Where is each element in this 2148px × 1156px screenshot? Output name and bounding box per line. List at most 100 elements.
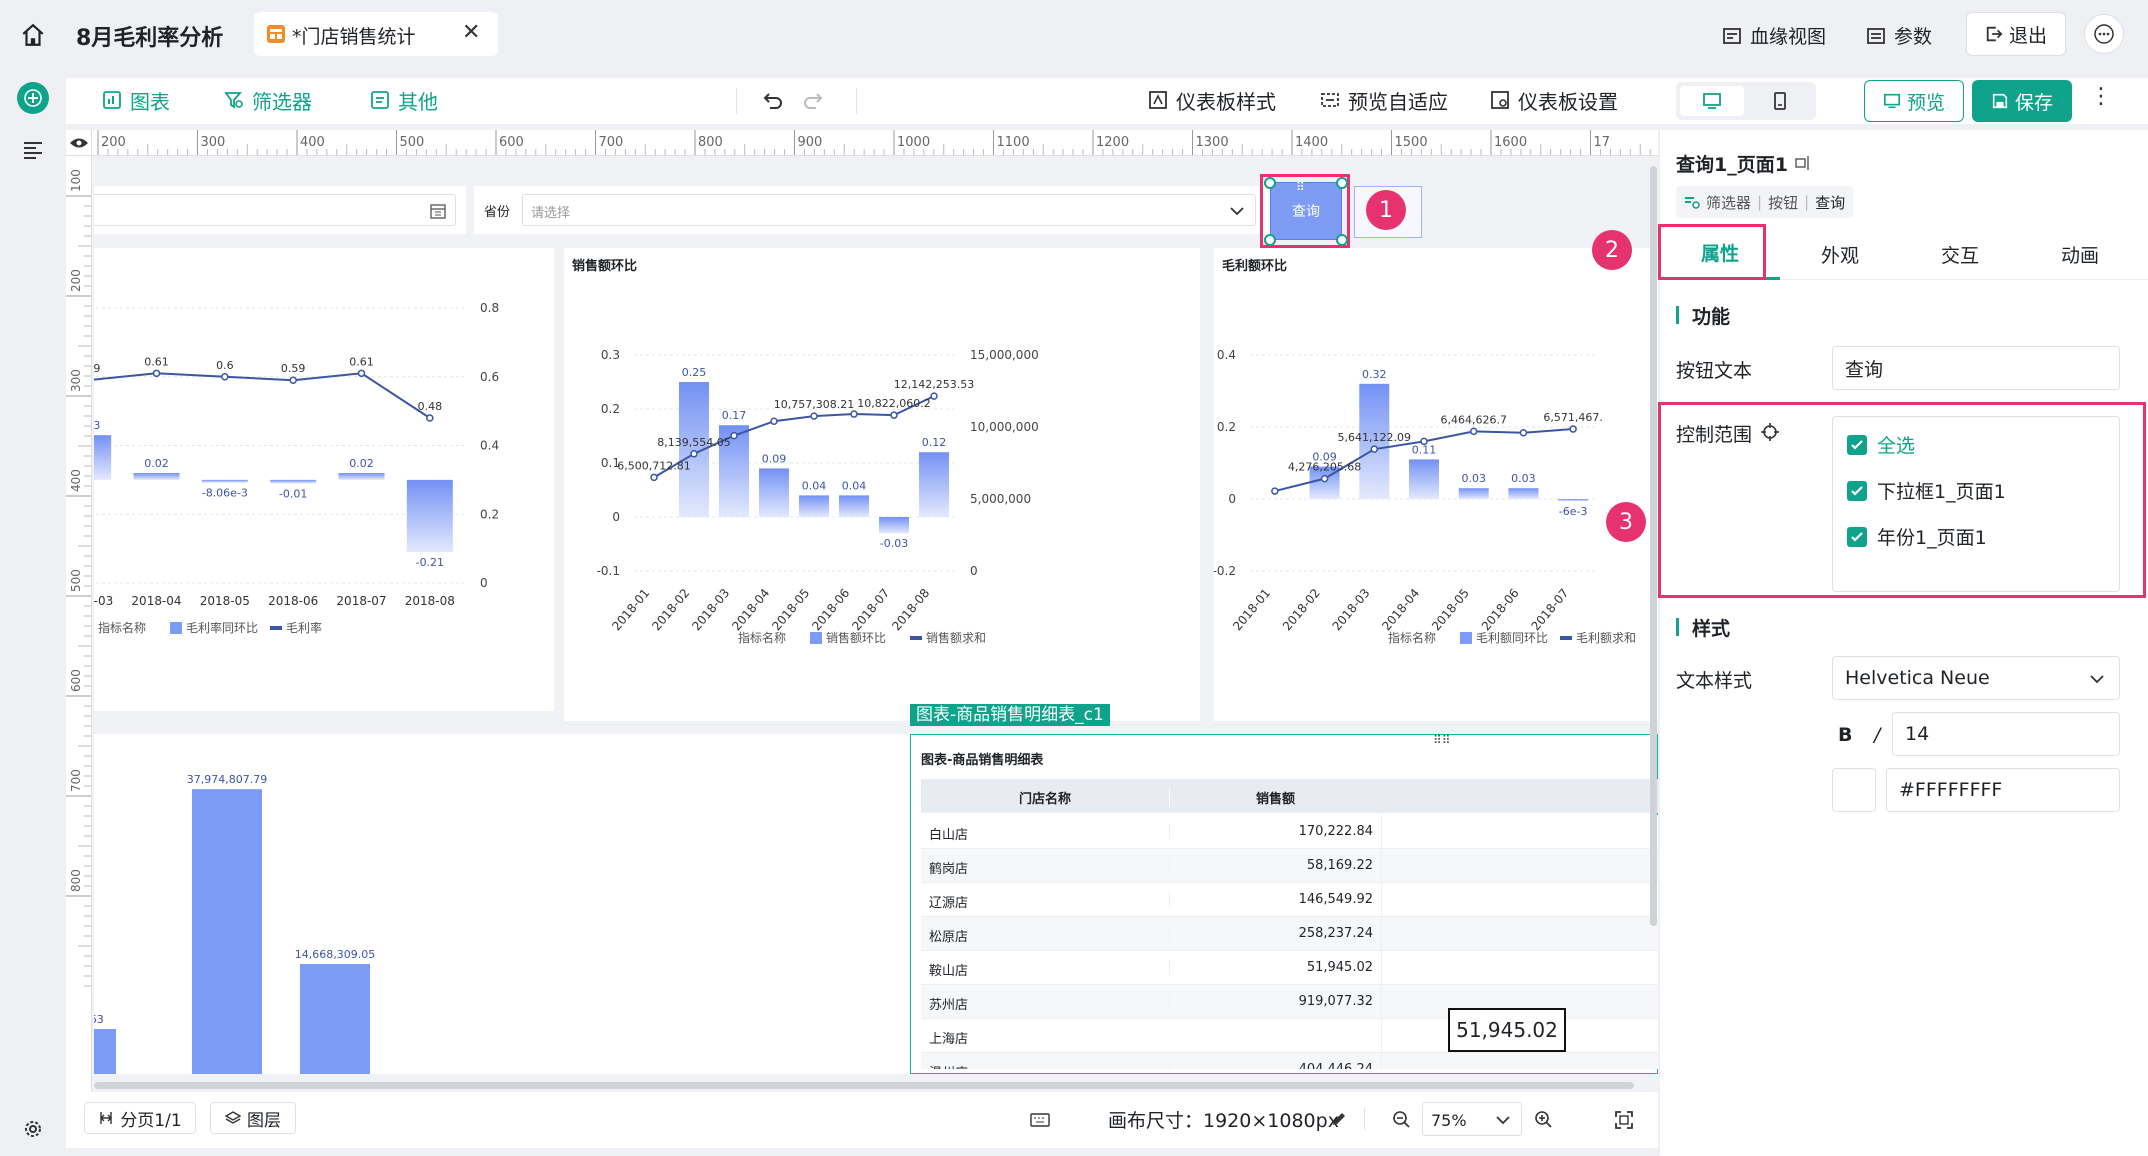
sales-mom-chart[interactable]: 销售额环比 0.3 0.2 0.1 0 -0.1 15,000,000 10,000,000 5… xyxy=(564,248,1200,721)
calendar-icon[interactable] xyxy=(430,203,446,219)
redo-icon[interactable] xyxy=(802,91,824,111)
font-family-select[interactable]: Helvetica Neue xyxy=(1832,656,2120,700)
outline-list-icon[interactable] xyxy=(22,140,44,160)
resize-handle[interactable] xyxy=(1336,177,1348,189)
date-filter-input[interactable] xyxy=(94,194,456,226)
mobile-view-button[interactable] xyxy=(1748,86,1812,116)
gross-profit-mom-chart[interactable]: 毛利额环比 0.4 0.2 0 -0.2 2018-01 0.09 2018-02 0.32 20… xyxy=(1213,248,1658,721)
tab-interaction[interactable]: 交互 xyxy=(1900,228,2020,280)
table-title: 图表-商品销售明细表 xyxy=(921,753,1044,768)
table-row[interactable]: 温州店 404,446.24 xyxy=(921,1053,1658,1069)
component-title: 查询1_页面1 xyxy=(1676,154,1788,176)
preview-fit-button[interactable]: 预览自适应 xyxy=(1320,78,1448,122)
fullscreen-icon[interactable] xyxy=(1614,1110,1634,1130)
chart-menu-button[interactable]: 图表 xyxy=(102,78,170,122)
crosshair-icon[interactable] xyxy=(1760,422,1780,442)
more-menu-button[interactable] xyxy=(2084,14,2124,54)
drag-handle-icon[interactable]: ⠿ xyxy=(1296,180,1305,194)
bar-data-label: 0.11 xyxy=(1412,443,1437,456)
bar xyxy=(879,517,909,534)
layers-button[interactable]: 图层 xyxy=(210,1102,296,1134)
table-cell-empty xyxy=(1381,917,1382,951)
resize-handle[interactable] xyxy=(1264,234,1276,246)
control-item-dropdown[interactable]: 下拉框1_页面1 xyxy=(1847,477,2006,504)
y2-tick-label: 0.4 xyxy=(480,439,499,453)
y2-tick-label: 5,000,000 xyxy=(970,492,1031,506)
checkbox-checked-icon[interactable] xyxy=(1847,526,1867,547)
table-row[interactable]: 白山店 170,222.84 xyxy=(921,815,1658,849)
legend-label: 毛利额求和 xyxy=(1576,631,1636,645)
dashboard-settings-button[interactable]: 仪表板设置 xyxy=(1490,78,1618,122)
query-button[interactable]: 查询 xyxy=(1270,182,1342,240)
tab-store-sales[interactable]: *门店销售统计 ✕ xyxy=(254,12,498,56)
dashboard-style-button[interactable]: 仪表板样式 xyxy=(1148,78,1276,122)
eye-icon[interactable] xyxy=(69,136,89,150)
zoom-select[interactable]: 75% xyxy=(1422,1102,1522,1136)
other-menu-button[interactable]: 其他 xyxy=(370,78,438,122)
callout-2-text: 2 xyxy=(1605,237,1619,263)
control-item-year[interactable]: 年份1_页面1 xyxy=(1847,523,1987,550)
bold-toggle[interactable]: B xyxy=(1838,724,1852,746)
save-button[interactable]: 保存 xyxy=(1972,80,2072,122)
zoom-in-icon[interactable] xyxy=(1534,1110,1554,1130)
x-tick-label: 2018-07 xyxy=(336,594,386,608)
home-icon[interactable] xyxy=(20,22,46,48)
line-point xyxy=(650,473,658,482)
params-button[interactable]: 参数 xyxy=(1866,22,1932,49)
resize-handle[interactable] xyxy=(1264,177,1276,189)
color-hex-input[interactable]: #FFFFFFFF xyxy=(1886,768,2120,812)
bar xyxy=(1508,488,1539,499)
table-row[interactable]: 鞍山店 51,945.02 xyxy=(921,951,1658,985)
toolbar-divider xyxy=(736,88,737,114)
table-row[interactable]: 鹤岗店 58,169.22 xyxy=(921,849,1658,883)
province-select[interactable]: 请选择 xyxy=(522,194,1256,226)
table-cell-empty xyxy=(1381,1019,1382,1053)
zoom-out-icon[interactable] xyxy=(1392,1110,1412,1130)
sales-total-bar-chart[interactable]: .63 37,974,807.79 14,668,309.05 xyxy=(74,734,968,1074)
filter-menu-button[interactable]: 筛选器 xyxy=(224,78,312,122)
preview-button[interactable]: 预览 xyxy=(1864,80,1964,122)
bar xyxy=(201,479,248,483)
table-drag-handle-icon[interactable]: ⠿⠿ xyxy=(1433,733,1451,747)
checkbox-checked-icon[interactable] xyxy=(1847,480,1867,501)
gross-margin-rate-chart[interactable]: 0.8 0.6 0.4 0.2 0 0.13 2018-03 0.02 2018-04 -8.06… xyxy=(66,248,554,711)
edit-pencil-icon[interactable] xyxy=(1330,1110,1348,1128)
section-marker xyxy=(1676,618,1679,636)
color-swatch[interactable] xyxy=(1832,768,1876,812)
desktop-view-button[interactable] xyxy=(1680,86,1744,116)
line-point xyxy=(690,450,698,458)
filter-icon xyxy=(224,92,243,109)
table-row[interactable]: 辽源店 146,549.92 xyxy=(921,883,1658,917)
legend-label: 毛利率 xyxy=(286,620,322,635)
bar-data-label: -8.06e-3 xyxy=(202,487,248,500)
breadcrumb-filter: 筛选器 xyxy=(1706,193,1752,212)
table-cell-empty xyxy=(1381,849,1382,883)
undo-icon[interactable] xyxy=(762,91,784,111)
resize-handle[interactable] xyxy=(1336,234,1348,246)
keyboard-icon[interactable] xyxy=(1030,1112,1050,1128)
checkbox-checked-icon[interactable] xyxy=(1847,434,1867,455)
control-item-select-all[interactable]: 全选 xyxy=(1847,431,1915,458)
more-vertical-icon[interactable]: ⋮ xyxy=(2090,84,2112,109)
close-icon[interactable]: ✕ xyxy=(462,20,480,45)
properties-panel: 查询1_页面1 筛选器 | 按钮 | 查询 2 属性 外观 交互 动画 功能 按… xyxy=(1592,130,2148,1156)
line-data-label: 0.48 xyxy=(418,400,443,413)
bar xyxy=(270,479,317,484)
exit-button[interactable]: 退出 xyxy=(1966,12,2066,56)
font-size-input[interactable]: 14 xyxy=(1892,712,2120,756)
save-label: 保存 xyxy=(2014,91,2053,114)
tab-appearance[interactable]: 外观 xyxy=(1780,228,1900,280)
italic-toggle[interactable]: / xyxy=(1874,724,1880,746)
rename-icon[interactable] xyxy=(1794,154,1812,172)
settings-gear-icon[interactable] xyxy=(22,1118,44,1140)
dashboard-settings-label: 仪表板设置 xyxy=(1518,89,1618,114)
table-row[interactable]: 松原店 258,237.24 xyxy=(921,917,1658,951)
button-text-input[interactable]: 查询 xyxy=(1832,346,2120,390)
date-filter[interactable] xyxy=(94,186,466,234)
vertical-scrollbar[interactable] xyxy=(1650,166,1657,926)
pagination-button[interactable]: 分页1/1 xyxy=(84,1102,196,1134)
tab-animation[interactable]: 动画 xyxy=(2020,228,2140,280)
horizontal-scrollbar[interactable] xyxy=(94,1082,1634,1089)
add-component-button[interactable] xyxy=(17,82,49,114)
lineage-view-button[interactable]: 血缘视图 xyxy=(1722,22,1826,49)
